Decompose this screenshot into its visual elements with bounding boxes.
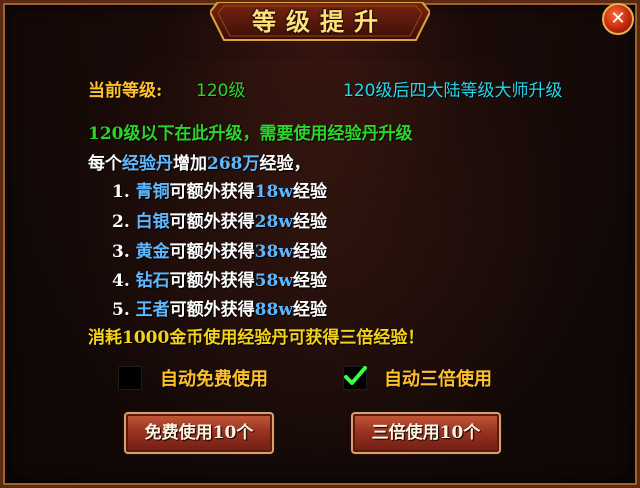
tier-bonus: 38w <box>254 242 293 262</box>
upgrade-hint: 120级以下在此升级，需要使用经验丹升级 <box>88 124 413 144</box>
exp-pill-name: 经验丹 <box>122 154 173 174</box>
close-icon: ✕ <box>610 8 626 29</box>
tier-name: 青铜 <box>135 182 170 202</box>
exp-amount: 268万 <box>207 154 260 174</box>
triple-exp-note: 消耗1000金币使用经验丹可获得三倍经验！ <box>88 328 425 348</box>
use-free-10-button[interactable]: 免费使用10个 <box>124 412 274 454</box>
auto-triple-checkbox[interactable] <box>343 366 367 390</box>
tier-row: 2. 白银可额外获得28w经验 <box>112 212 327 232</box>
tier-row: 1. 青铜可额外获得18w经验 <box>112 182 327 202</box>
tier-name: 黄金 <box>135 242 170 262</box>
checkmark-icon <box>344 366 367 385</box>
tier-bonus: 18w <box>254 182 293 202</box>
tier-row: 5. 王者可额外获得88w经验 <box>112 300 327 320</box>
tier-row: 3. 黄金可额外获得38w经验 <box>112 242 327 262</box>
tier-name: 王者 <box>135 300 170 320</box>
auto-triple-label[interactable]: 自动三倍使用 <box>384 365 492 391</box>
master-upgrade-note: 120级后四大陆等级大师升级 <box>343 81 563 101</box>
current-level-label: 当前等级: <box>88 81 163 101</box>
tier-bonus: 58w <box>254 271 293 291</box>
current-level-value: 120级 <box>196 81 246 101</box>
exp-per-pill: 每个经验丹增加268万经验， <box>88 154 311 174</box>
dialog-title: 等级提升 <box>252 7 388 36</box>
use-triple-10-button[interactable]: 三倍使用10个 <box>351 412 501 454</box>
auto-free-label[interactable]: 自动免费使用 <box>160 365 268 391</box>
tier-row: 4. 钻石可额外获得58w经验 <box>112 271 327 291</box>
tier-bonus: 28w <box>254 212 293 232</box>
tier-bonus: 88w <box>254 300 293 320</box>
close-button[interactable]: ✕ <box>602 3 634 35</box>
tier-name: 白银 <box>135 212 170 232</box>
tier-name: 钻石 <box>135 271 170 291</box>
auto-free-checkbox[interactable] <box>118 366 142 390</box>
